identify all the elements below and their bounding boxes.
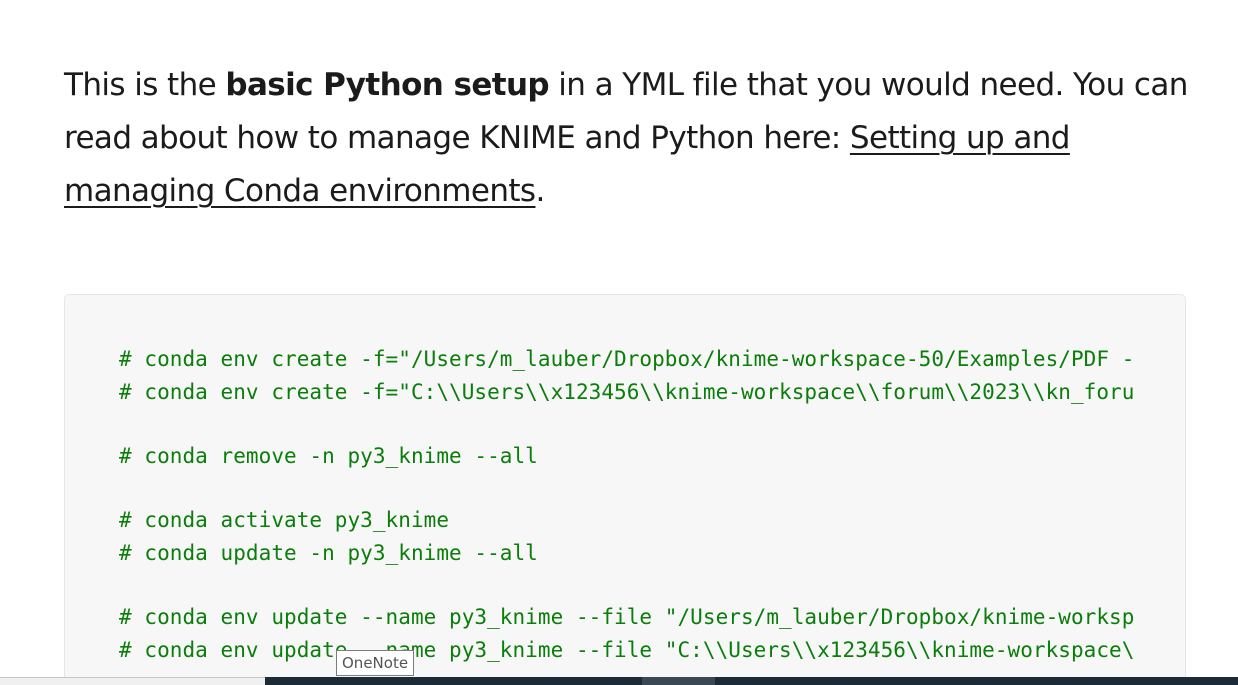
bold-phrase: basic Python setup [225,67,550,103]
page: This is the basic Python setup in a YML … [0,0,1238,685]
taskbar-active-app[interactable] [642,677,715,685]
code-block[interactable]: # conda env create -f="/Users/m_lauber/D… [64,294,1186,685]
code-line: # conda env update --name py3_knime --fi… [119,638,1135,662]
paragraph-text-end: . [535,173,545,209]
code-line: # conda env update --name py3_knime --fi… [119,605,1135,629]
code-line: # conda remove -n py3_knime --all [119,444,538,468]
intro-paragraph: This is the basic Python setup in a YML … [64,59,1204,218]
taskbar-search-area[interactable] [0,677,265,685]
paragraph-text-start: This is the [64,67,226,103]
code-line: # conda env create -f="C:\\Users\\x12345… [119,380,1135,404]
code-line: # conda activate py3_knime [119,508,450,532]
code-line: # conda env create -f="/Users/m_lauber/D… [119,347,1135,371]
code-line: # conda update -n py3_knime --all [119,541,538,565]
onenote-tooltip: OneNote [336,650,415,676]
